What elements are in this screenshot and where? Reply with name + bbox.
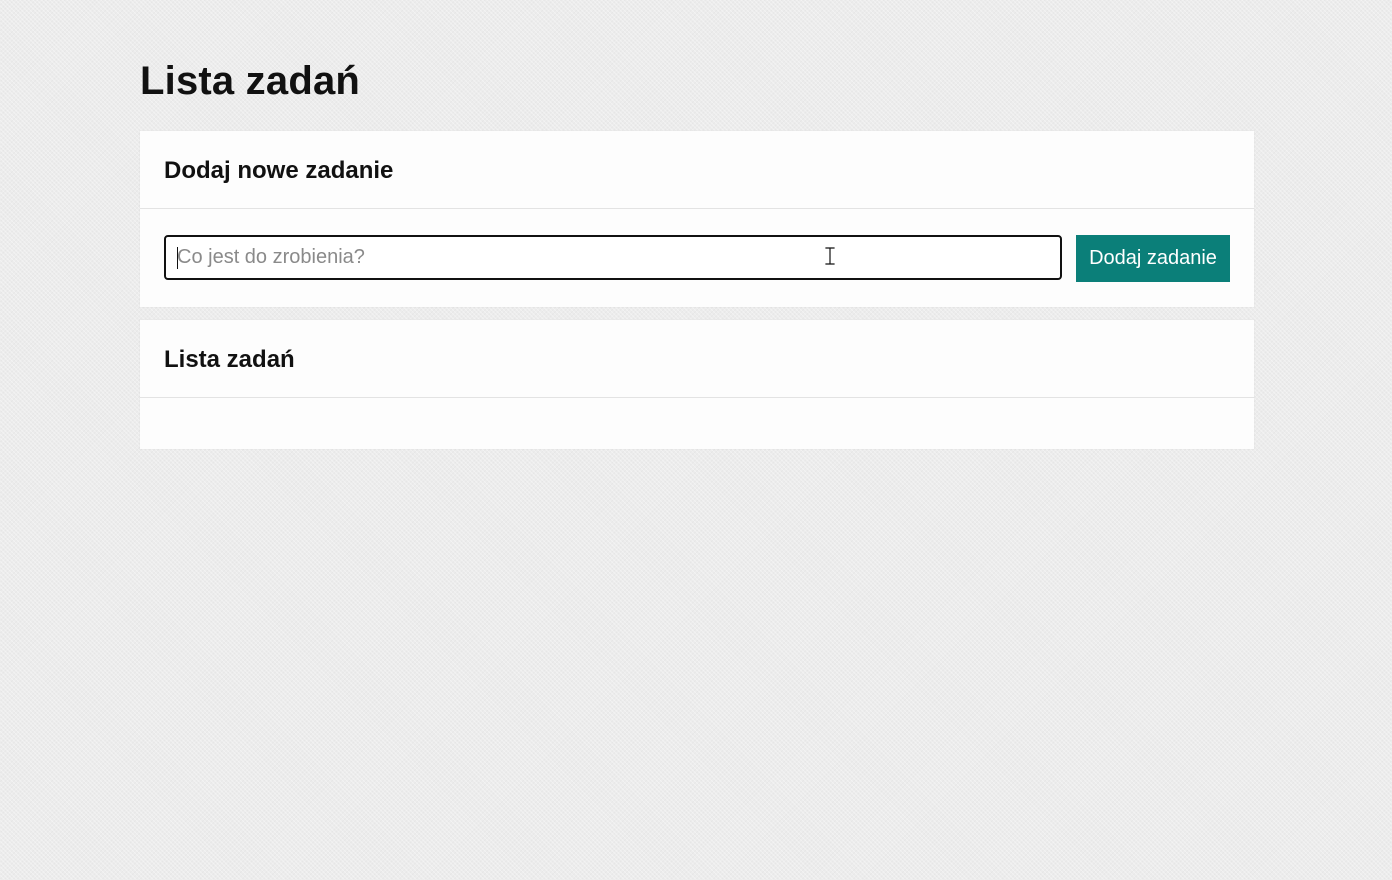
text-select-cursor-icon (824, 247, 836, 265)
task-list-body (140, 398, 1254, 448)
task-list-card-header: Lista zadań (140, 320, 1254, 398)
task-input[interactable] (164, 235, 1062, 280)
add-task-card: Dodaj nowe zadanie Dodaj zadanie (140, 131, 1254, 307)
task-list-heading: Lista zadań (164, 345, 295, 373)
add-task-form: Dodaj zadanie (140, 209, 1254, 306)
page-title: Lista zadań (140, 59, 361, 103)
add-task-heading: Dodaj nowe zadanie (164, 156, 394, 184)
text-caret (177, 247, 178, 269)
task-list-card: Lista zadań (140, 320, 1254, 449)
add-task-card-header: Dodaj nowe zadanie (140, 131, 1254, 209)
add-task-button[interactable]: Dodaj zadanie (1076, 235, 1230, 282)
